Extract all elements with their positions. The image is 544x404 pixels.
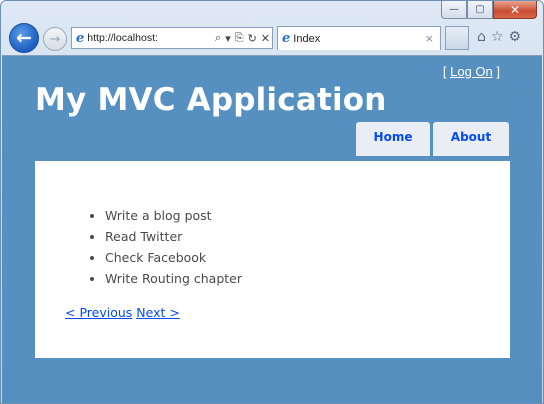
pager: < Previous Next > bbox=[65, 305, 480, 320]
list-item: Read Twitter bbox=[105, 226, 480, 247]
home-icon[interactable]: ⌂ bbox=[477, 29, 486, 45]
main-menu: Home About bbox=[356, 122, 509, 156]
tab-close-icon[interactable]: × bbox=[425, 32, 434, 45]
site-title: My MVC Application bbox=[35, 82, 387, 118]
forward-button[interactable]: → bbox=[43, 27, 67, 51]
browser-tab[interactable]: e Index × bbox=[277, 26, 441, 50]
menu-about-tab[interactable]: About bbox=[433, 122, 509, 156]
back-button[interactable]: ← bbox=[9, 23, 39, 53]
window-controls: — ▢ ✕ bbox=[441, 1, 537, 19]
search-icon[interactable]: ⌕ bbox=[213, 31, 223, 45]
url-text[interactable]: http://localhost: bbox=[87, 32, 213, 44]
next-link[interactable]: Next > bbox=[136, 305, 180, 320]
forward-arrow-icon: → bbox=[49, 31, 61, 47]
list-item: Write a blog post bbox=[105, 205, 480, 226]
new-tab-button[interactable] bbox=[445, 26, 469, 50]
browser-window: — ▢ ✕ ← → e http://localhost: ⌕ ▾ ⎘ ↻ ✕ … bbox=[0, 0, 544, 404]
item-list: Write a blog post Read Twitter Check Fac… bbox=[65, 205, 480, 289]
refresh-icon[interactable]: ↻ bbox=[246, 32, 259, 45]
browser-toolbar-icons: ⌂ ☆ ⚙ bbox=[477, 29, 521, 45]
list-item: Check Facebook bbox=[105, 247, 480, 268]
dropdown-icon[interactable]: ▾ bbox=[223, 32, 233, 45]
ie-logo-icon: e bbox=[76, 30, 85, 46]
close-window-button[interactable]: ✕ bbox=[493, 1, 537, 19]
previous-link[interactable]: < Previous bbox=[65, 305, 132, 320]
page-viewport: [ Log On ] My MVC Application Home About… bbox=[2, 55, 542, 403]
compatibility-view-icon[interactable]: ⎘ bbox=[233, 31, 246, 45]
logon-bracket-close: ] bbox=[492, 64, 500, 79]
list-item: Write Routing chapter bbox=[105, 268, 480, 289]
address-bar[interactable]: e http://localhost: ⌕ ▾ ⎘ ↻ ✕ bbox=[71, 27, 273, 49]
tools-gear-icon[interactable]: ⚙ bbox=[508, 29, 521, 45]
log-on-link[interactable]: Log On bbox=[450, 64, 493, 79]
logon-area: [ Log On ] bbox=[443, 64, 500, 79]
main-content: Write a blog post Read Twitter Check Fac… bbox=[35, 161, 510, 358]
menu-home-tab[interactable]: Home bbox=[356, 122, 430, 156]
back-arrow-icon: ← bbox=[16, 27, 32, 49]
favorites-star-icon[interactable]: ☆ bbox=[491, 29, 504, 45]
navigation-bar: ← → e http://localhost: ⌕ ▾ ⎘ ↻ ✕ e Inde… bbox=[1, 19, 543, 55]
stop-icon[interactable]: ✕ bbox=[259, 32, 272, 45]
tab-ie-logo-icon: e bbox=[282, 31, 291, 46]
maximize-button[interactable]: ▢ bbox=[467, 1, 493, 19]
tab-title: Index bbox=[293, 32, 321, 45]
minimize-button[interactable]: — bbox=[441, 1, 467, 19]
